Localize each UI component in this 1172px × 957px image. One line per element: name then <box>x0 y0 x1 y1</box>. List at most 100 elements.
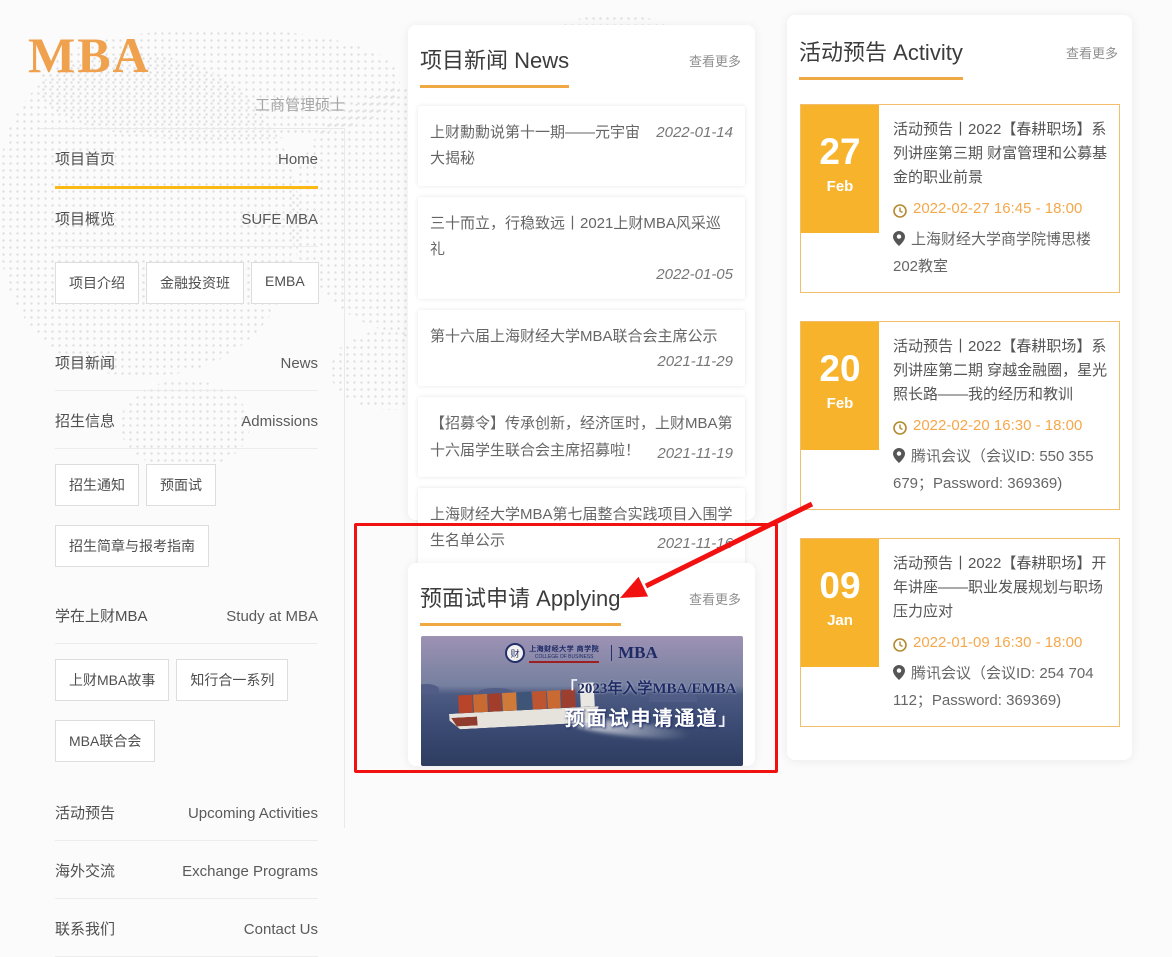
tag-emba[interactable]: EMBA <box>251 262 319 304</box>
school-logo-rule <box>529 661 599 663</box>
applying-more-link[interactable]: 查看更多 <box>689 589 741 608</box>
news-item[interactable]: 三十而立，行稳致远丨2021上财MBA风采巡礼 2022-01-05 <box>418 197 745 300</box>
tag-mba-story[interactable]: 上财MBA故事 <box>55 659 169 701</box>
applying-title-en: Applying <box>536 586 620 611</box>
applying-title-zh: 预面试申请 <box>420 586 530 611</box>
tag-mba-union[interactable]: MBA联合会 <box>55 720 155 762</box>
sidebar-item-admissions[interactable]: 招生信息 Admissions <box>55 391 318 449</box>
activity-more-link[interactable]: 查看更多 <box>1066 43 1118 62</box>
activity-month: Jan <box>801 612 879 629</box>
banner-line1: 2023年入学MBA/EMBA <box>577 681 736 697</box>
activity-title-en: Activity <box>893 40 963 65</box>
activity-month: Feb <box>801 395 879 412</box>
news-item-date: 2021-11-16 <box>657 531 733 557</box>
activity-card[interactable]: 20 Feb 活动预告丨2022【春耕职场】系列讲座第二期 穿越金融圈，星光照长… <box>800 321 1120 510</box>
news-panel-title: 项目新闻 News <box>420 43 569 88</box>
news-item[interactable]: 上海财经大学MBA第七届整合实践项目入围学生名单公示 2021-11-16 <box>418 488 745 568</box>
sidebar-item-label-zh: 联系我们 <box>55 918 115 939</box>
sidebar-item-label-en: Study at MBA <box>226 608 318 625</box>
sidebar-item-study[interactable]: 学在上财MBA Study at MBA <box>55 586 318 644</box>
news-item-title: 上财勳勳说第十一期——元宇宙大揭秘 <box>430 124 640 167</box>
site-logo[interactable]: MBA <box>28 26 151 84</box>
tag-zhixing-series[interactable]: 知行合一系列 <box>176 659 288 701</box>
sidebar-item-label-en: Exchange Programs <box>182 863 318 880</box>
activity-time-text: 2022-02-20 16:30 - 18:00 <box>913 417 1082 434</box>
news-item-title: 第十六届上海财经大学MBA联合会主席公示 <box>430 328 718 345</box>
activity-day: 27 <box>801 133 879 170</box>
sidebar-item-label-en: Home <box>278 151 318 168</box>
location-pin-icon <box>893 231 905 246</box>
clock-icon <box>893 421 907 435</box>
news-item[interactable]: 【招募令】传承创新，经济匡时，上财MBA第十六届学生联合会主席招募啦！ 2021… <box>418 397 745 477</box>
news-panel: 项目新闻 News 查看更多 上财勳勳说第十一期——元宇宙大揭秘 2022-01… <box>408 25 755 520</box>
sidebar-item-label-en: Admissions <box>241 413 318 430</box>
sidebar-item-label-zh: 活动预告 <box>55 802 115 823</box>
activity-location-text: 上海财经大学商学院博思楼202教室 <box>893 231 1091 275</box>
open-quote: 「 <box>561 680 577 697</box>
applying-panel: 预面试申请 Applying 查看更多 财 上海财经大学 商学院 COLLEGE… <box>408 563 755 766</box>
school-name-zh: 上海财经大学 商学院 <box>529 644 599 654</box>
activity-list: 27 Feb 活动预告丨2022【春耕职场】系列讲座第三期 财富管理和公募基金的… <box>787 80 1132 727</box>
sidebar-tags-admissions-2: 招生简章与报考指南 <box>55 521 327 582</box>
activity-month: Feb <box>801 178 879 195</box>
activity-card[interactable]: 27 Feb 活动预告丨2022【春耕职场】系列讲座第三期 财富管理和公募基金的… <box>800 104 1120 293</box>
close-quote: 」 <box>718 712 736 729</box>
sidebar-item-label-zh: 项目新闻 <box>55 352 115 373</box>
sidebar-item-label-en: News <box>280 355 318 372</box>
location-pin-icon <box>893 665 905 680</box>
tag-admission-guide[interactable]: 招生简章与报考指南 <box>55 525 209 567</box>
applying-banner-image[interactable]: 财 上海财经大学 商学院 COLLEGE OF BUSINESS MBA 「20… <box>421 636 743 766</box>
news-more-link[interactable]: 查看更多 <box>689 51 741 70</box>
tag-admission-notice[interactable]: 招生通知 <box>55 464 139 506</box>
sidebar-tags-study-2: MBA联合会 <box>55 716 327 777</box>
sidebar-item-label-en: Contact Us <box>244 921 318 938</box>
sidebar-item-exchange[interactable]: 海外交流 Exchange Programs <box>55 841 318 899</box>
activity-title-text: 活动预告丨2022【春耕职场】系列讲座第三期 财富管理和公募基金的职业前景 <box>893 118 1109 190</box>
activity-location-text: 腾讯会议（会议ID: 550 355 679；Password: 369369) <box>893 448 1094 492</box>
activity-location-text: 腾讯会议（会议ID: 254 704 112；Password: 369369) <box>893 665 1094 709</box>
tag-pre-interview[interactable]: 预面试 <box>146 464 216 506</box>
news-title-en: News <box>514 48 569 73</box>
news-item-date: 2022-01-14 <box>656 120 733 146</box>
clock-icon <box>893 204 907 218</box>
island-silhouette <box>421 684 439 694</box>
banner-caption: 「2023年入学MBA/EMBA 预面试申请通道」 <box>537 674 737 731</box>
sidebar-tags-overview: 项目介绍 金融投资班 EMBA <box>55 247 327 319</box>
school-name-en: COLLEGE OF BUSINESS <box>529 654 599 660</box>
news-item[interactable]: 上财勳勳说第十一期——元宇宙大揭秘 2022-01-14 <box>418 106 745 186</box>
activity-date-badge: 27 Feb <box>801 105 879 233</box>
news-item-date: 2021-11-19 <box>657 441 733 467</box>
tag-finance-class[interactable]: 金融投资班 <box>146 262 244 304</box>
location-pin-icon <box>893 448 905 463</box>
sidebar-item-label-en: Upcoming Activities <box>188 805 318 822</box>
activity-time-text: 2022-02-27 16:45 - 18:00 <box>913 200 1082 217</box>
news-item-title: 三十而立，行稳致远丨2021上财MBA风采巡礼 <box>430 215 721 258</box>
activity-date-badge: 20 Feb <box>801 322 879 450</box>
activity-panel-title: 活动预告 Activity <box>799 35 963 80</box>
tag-program-intro[interactable]: 项目介绍 <box>55 262 139 304</box>
school-emblem-icon: 财 <box>505 643 525 663</box>
sidebar-item-news[interactable]: 项目新闻 News <box>55 333 318 391</box>
news-item[interactable]: 第十六届上海财经大学MBA联合会主席公示 2021-11-29 <box>418 310 745 386</box>
sidebar-item-label-zh: 项目概览 <box>55 208 115 229</box>
site-logo-subtitle: 工商管理硕士 <box>255 94 345 115</box>
activity-panel: 活动预告 Activity 查看更多 27 Feb 活动预告丨2022【春耕职场… <box>787 15 1132 760</box>
sidebar-item-label-zh: 招生信息 <box>55 410 115 431</box>
sidebar-item-contact[interactable]: 联系我们 Contact Us <box>55 899 318 957</box>
applying-panel-title: 预面试申请 Applying <box>420 581 621 626</box>
activity-card[interactable]: 09 Jan 活动预告丨2022【春耕职场】开年讲座——职业发展规划与职场压力应… <box>800 538 1120 727</box>
sidebar-nav: 项目首页 Home 项目概览 SUFE MBA 项目介绍 金融投资班 EMBA … <box>40 128 345 828</box>
activity-date-badge: 09 Jan <box>801 539 879 667</box>
activity-time-text: 2022-01-09 16:30 - 18:00 <box>913 634 1082 651</box>
activity-title-text: 活动预告丨2022【春耕职场】开年讲座——职业发展规划与职场压力应对 <box>893 552 1109 624</box>
activity-day: 09 <box>801 567 879 604</box>
sidebar-item-activities[interactable]: 活动预告 Upcoming Activities <box>55 783 318 841</box>
sidebar-item-overview[interactable]: 项目概览 SUFE MBA <box>55 189 318 247</box>
sidebar-tags-admissions: 招生通知 预面试 <box>55 449 327 521</box>
banner-mba-mark: MBA <box>618 643 658 663</box>
news-item-date: 2021-11-29 <box>657 349 733 375</box>
sidebar-item-label-en: SUFE MBA <box>241 211 318 228</box>
banner-line2: 预面试申请通道 <box>564 708 718 730</box>
sidebar-item-home[interactable]: 项目首页 Home <box>55 129 318 189</box>
activity-title-text: 活动预告丨2022【春耕职场】系列讲座第二期 穿越金融圈，星光照长路——我的经历… <box>893 335 1109 407</box>
